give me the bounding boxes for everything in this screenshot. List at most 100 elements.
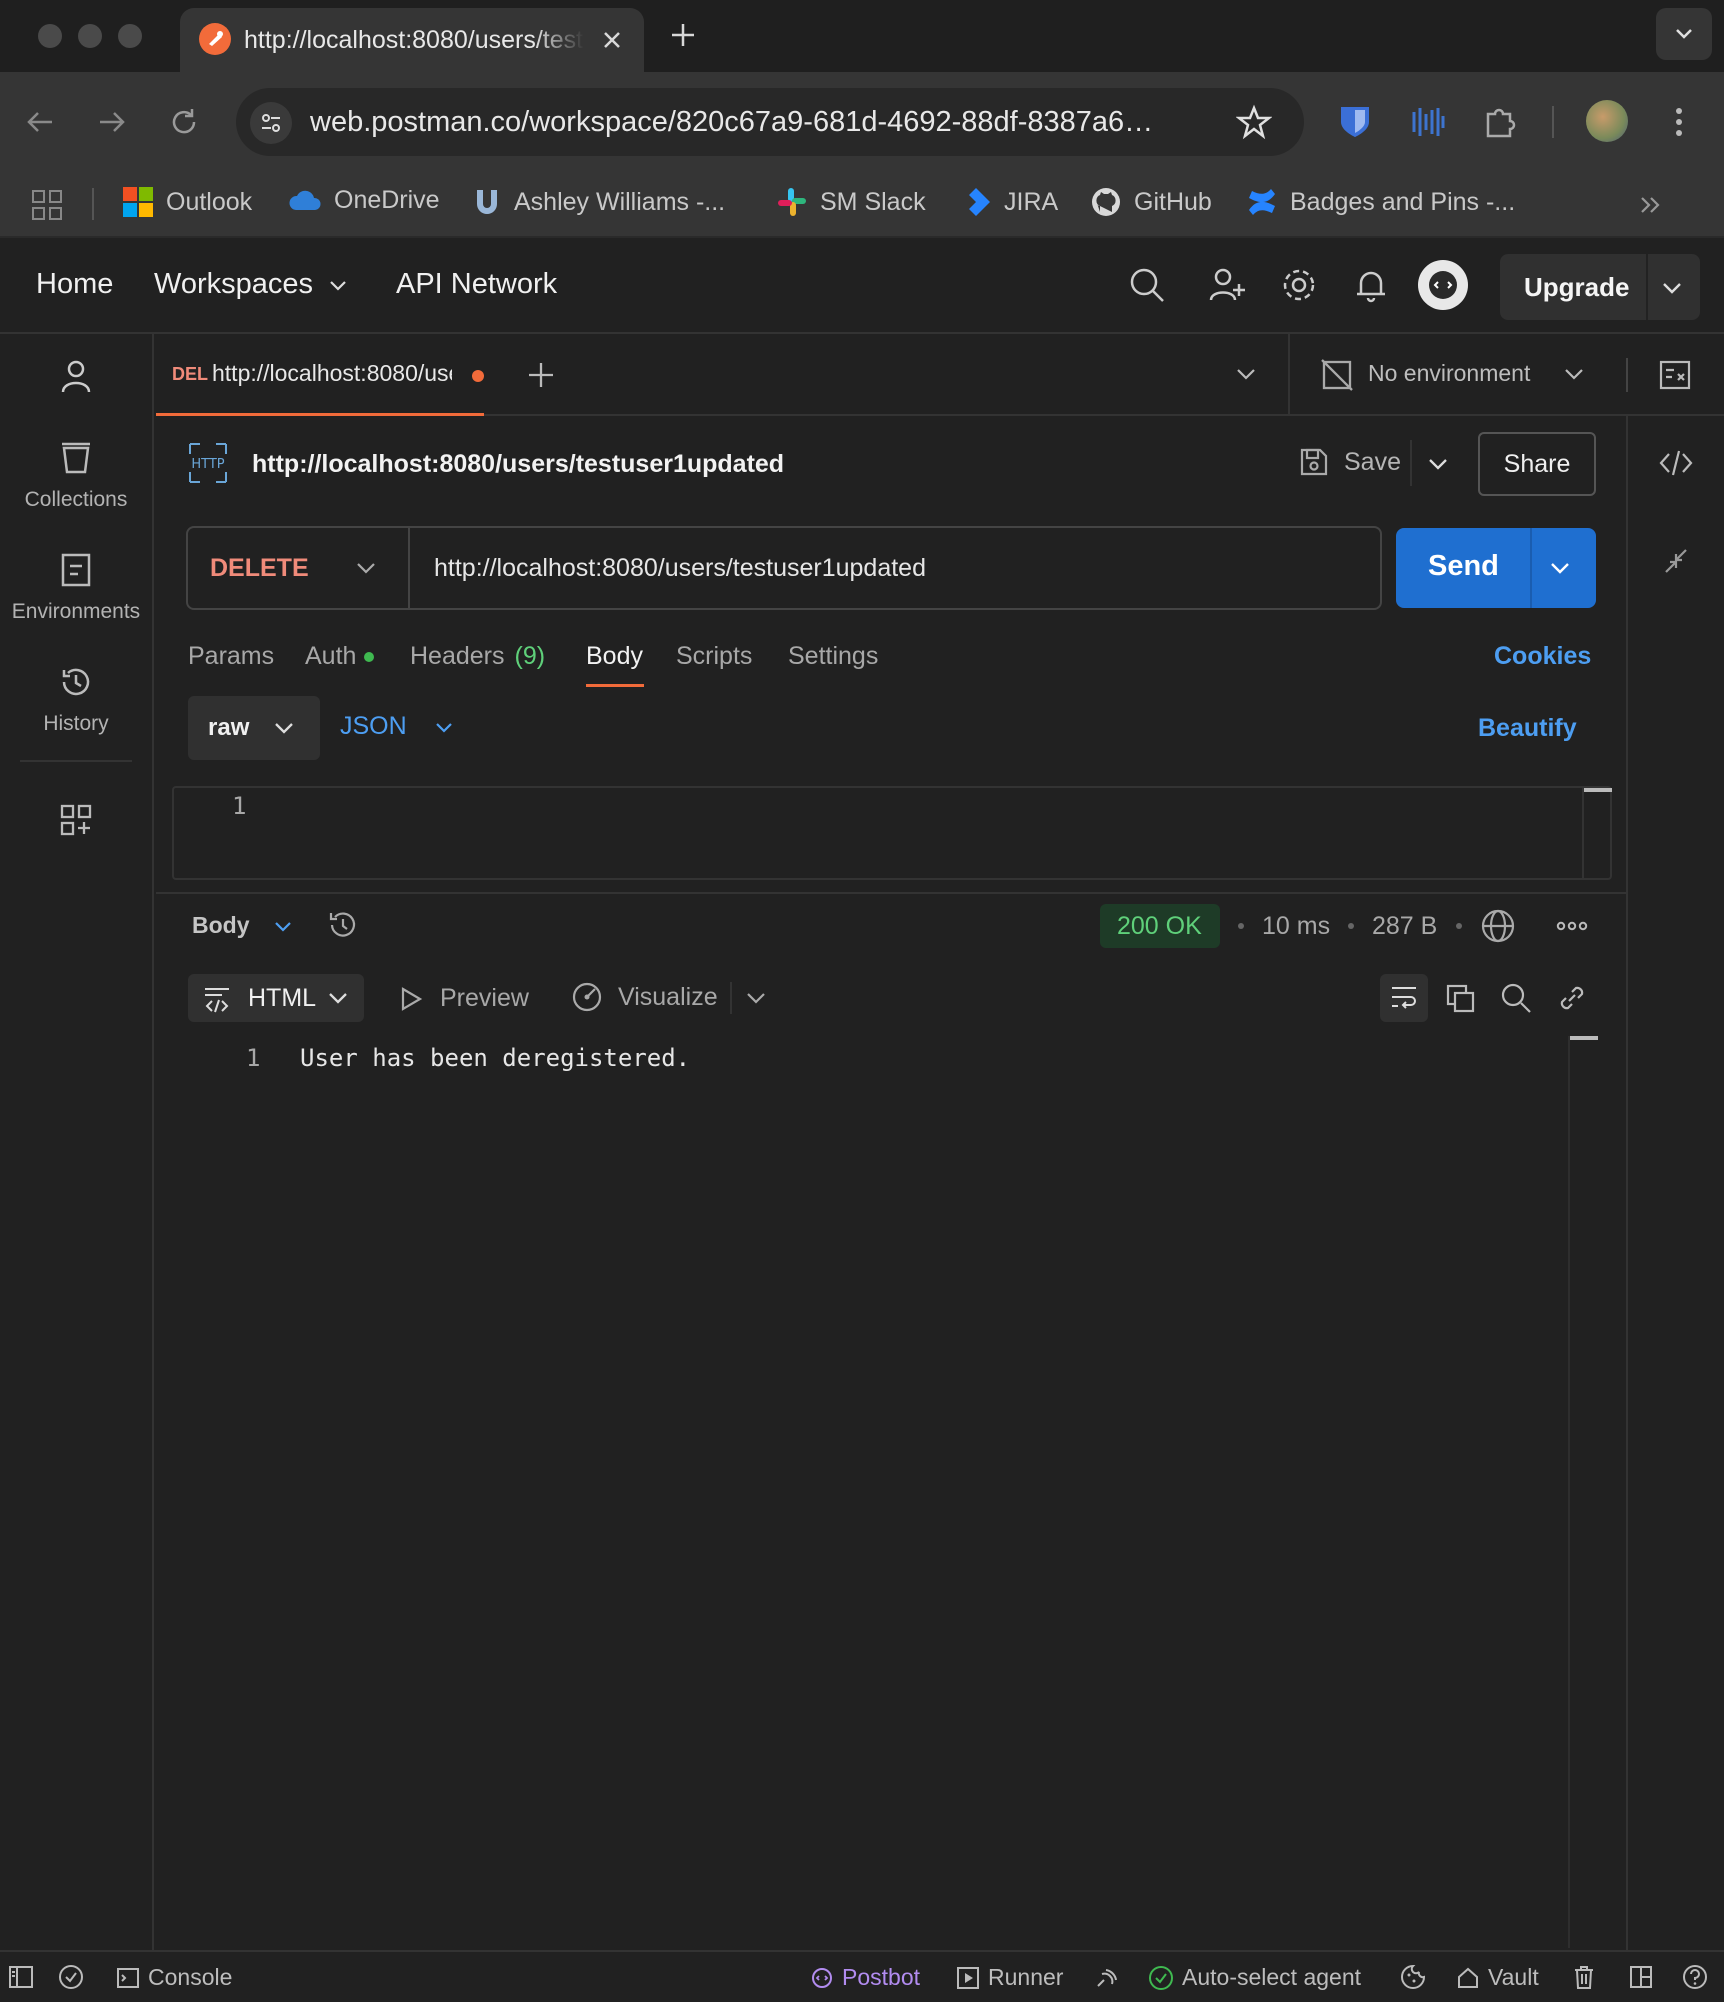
send-options-chevron-down-icon[interactable] xyxy=(1548,556,1572,580)
request-body-editor[interactable]: 1 xyxy=(172,786,1612,880)
reload-icon[interactable] xyxy=(166,104,202,140)
send-button[interactable]: Send xyxy=(1396,528,1596,608)
help-question-icon[interactable] xyxy=(1682,1964,1708,1990)
body-mode-selector[interactable]: raw xyxy=(188,696,320,760)
window-zoom-light[interactable] xyxy=(118,24,142,48)
request-title[interactable]: http://localhost:8080/users/testuser1upd… xyxy=(252,450,784,479)
tab-auth[interactable]: Auth xyxy=(305,642,375,671)
link-icon[interactable] xyxy=(1556,982,1588,1014)
profile-avatar[interactable] xyxy=(1586,100,1628,142)
trash-icon[interactable] xyxy=(1572,1964,1596,1990)
settings-gear-icon[interactable] xyxy=(1280,266,1318,304)
collapse-arrows-icon[interactable] xyxy=(1662,546,1690,576)
save-button[interactable]: Save xyxy=(1298,446,1401,478)
vault-button[interactable]: Vault xyxy=(1456,1964,1539,1991)
response-time[interactable]: 10 ms xyxy=(1262,912,1330,941)
sidebar-item-environments[interactable]: Environments xyxy=(0,550,152,624)
code-snippet-icon[interactable] xyxy=(1658,446,1694,480)
url-input[interactable]: http://localhost:8080/users/testuser1upd… xyxy=(434,554,926,583)
capture-requests-icon[interactable] xyxy=(1094,1964,1120,1990)
invite-user-icon[interactable] xyxy=(1208,266,1246,304)
search-response-icon[interactable] xyxy=(1500,982,1532,1014)
more-bookmarks-chevrons-icon[interactable] xyxy=(1636,190,1666,220)
postbot-avatar-icon[interactable] xyxy=(1418,260,1468,310)
window-minimize-light[interactable] xyxy=(78,24,102,48)
bookmarks-divider xyxy=(92,188,94,220)
tab-headers[interactable]: Headers (9) xyxy=(410,642,545,671)
bookmark-github[interactable]: GitHub xyxy=(1090,186,1212,218)
sidebar-item-collections[interactable]: Collections xyxy=(0,438,152,512)
response-view-selector[interactable]: Body xyxy=(192,912,294,939)
response-history-icon[interactable] xyxy=(326,908,360,942)
tab-search-chevron-icon[interactable] xyxy=(1656,8,1712,60)
apps-grid-icon[interactable] xyxy=(30,188,64,222)
nav-api-network[interactable]: API Network xyxy=(396,268,557,301)
bookmark-slack[interactable]: SM Slack xyxy=(776,186,926,218)
address-bar[interactable]: web.postman.co/workspace/820c67a9-681d-4… xyxy=(236,88,1304,156)
postbot-button[interactable]: Postbot xyxy=(810,1964,920,1991)
method-selector[interactable]: DELETE xyxy=(188,528,408,608)
status-badge[interactable]: 200 OK xyxy=(1100,904,1220,948)
bookmark-badges-and-pins[interactable]: Badges and Pins -... xyxy=(1246,186,1515,218)
auto-select-agent-button[interactable]: Auto-select agent xyxy=(1148,1964,1361,1991)
body-format-selector[interactable]: JSON xyxy=(340,712,455,741)
request-tab-active[interactable]: DEL http://localhost:8080/users/testuser… xyxy=(156,334,484,416)
visualize-chevron-down-icon[interactable] xyxy=(744,986,768,1010)
upgrade-chevron-down-icon[interactable] xyxy=(1660,276,1684,300)
tab-scripts[interactable]: Scripts xyxy=(676,642,752,671)
back-arrow-icon[interactable] xyxy=(22,104,58,140)
waveform-extension-icon[interactable] xyxy=(1410,104,1446,140)
tabs-overflow-chevron-down-icon[interactable] xyxy=(1234,362,1258,386)
extensions-puzzle-icon[interactable] xyxy=(1482,104,1518,140)
save-options-chevron-down-icon[interactable] xyxy=(1426,452,1450,476)
response-body-text[interactable]: User has been deregistered. xyxy=(300,1044,690,1072)
nav-home[interactable]: Home xyxy=(36,268,113,301)
environment-selector[interactable]: No environment xyxy=(1288,334,1624,416)
search-icon[interactable] xyxy=(1128,266,1166,304)
add-apps-grid-icon[interactable] xyxy=(58,802,94,838)
beautify-link[interactable]: Beautify xyxy=(1478,714,1577,743)
response-scrollbar-thumb[interactable] xyxy=(1570,1036,1598,1040)
browser-tab[interactable]: http://localhost:8080/users/testuser1upd… xyxy=(180,8,644,72)
bookmark-jira[interactable]: JIRA xyxy=(960,186,1058,218)
new-tab-plus-icon[interactable] xyxy=(668,20,698,50)
tab-settings[interactable]: Settings xyxy=(788,642,878,671)
new-request-tab-plus-icon[interactable] xyxy=(526,360,556,390)
workspace-user-icon[interactable] xyxy=(58,358,94,394)
bookmark-star-icon[interactable] xyxy=(1236,104,1272,140)
more-options-ellipsis-icon[interactable] xyxy=(1556,912,1588,940)
nav-workspaces[interactable]: Workspaces xyxy=(154,268,349,301)
wrap-lines-button[interactable] xyxy=(1380,974,1428,1022)
request-response-divider[interactable] xyxy=(156,892,1626,894)
copy-icon[interactable] xyxy=(1444,982,1476,1014)
online-status-check-icon[interactable] xyxy=(58,1964,84,1990)
layout-pane-icon[interactable] xyxy=(1628,1964,1654,1990)
console-button[interactable]: Console xyxy=(116,1964,232,1991)
browser-menu-kebab-icon[interactable] xyxy=(1666,104,1692,140)
tab-params[interactable]: Params xyxy=(188,642,274,671)
preview-button[interactable]: Preview xyxy=(398,984,529,1013)
forward-arrow-icon[interactable] xyxy=(94,104,130,140)
network-globe-icon[interactable] xyxy=(1480,908,1516,944)
runner-button[interactable]: Runner xyxy=(956,1964,1063,1991)
bookmark-onedrive[interactable]: OneDrive xyxy=(288,186,440,215)
cookie-icon[interactable] xyxy=(1400,1964,1426,1990)
upgrade-button[interactable]: Upgrade xyxy=(1500,254,1700,320)
tab-body[interactable]: Body xyxy=(586,642,643,671)
cookies-link[interactable]: Cookies xyxy=(1494,642,1591,671)
sidebar-item-history[interactable]: History xyxy=(0,662,152,736)
bookmark-ashley-williams[interactable]: Ashley Williams -... xyxy=(472,186,725,218)
editor-scrollbar-thumb[interactable] xyxy=(1584,788,1612,792)
site-settings-icon[interactable] xyxy=(250,102,292,144)
visualize-button[interactable]: Visualize xyxy=(570,980,718,1014)
notifications-bell-icon[interactable] xyxy=(1352,266,1390,304)
environment-quick-look-icon[interactable] xyxy=(1658,358,1692,392)
response-format-selector[interactable]: HTML xyxy=(188,974,364,1022)
toggle-sidebar-icon[interactable] xyxy=(8,1964,34,1990)
bookmark-outlook[interactable]: Outlook xyxy=(122,186,252,218)
bitwarden-extension-icon[interactable] xyxy=(1338,104,1372,140)
window-close-light[interactable] xyxy=(38,24,62,48)
response-size[interactable]: 287 B xyxy=(1372,912,1437,941)
share-button[interactable]: Share xyxy=(1478,432,1596,496)
close-tab-icon[interactable] xyxy=(598,26,626,54)
